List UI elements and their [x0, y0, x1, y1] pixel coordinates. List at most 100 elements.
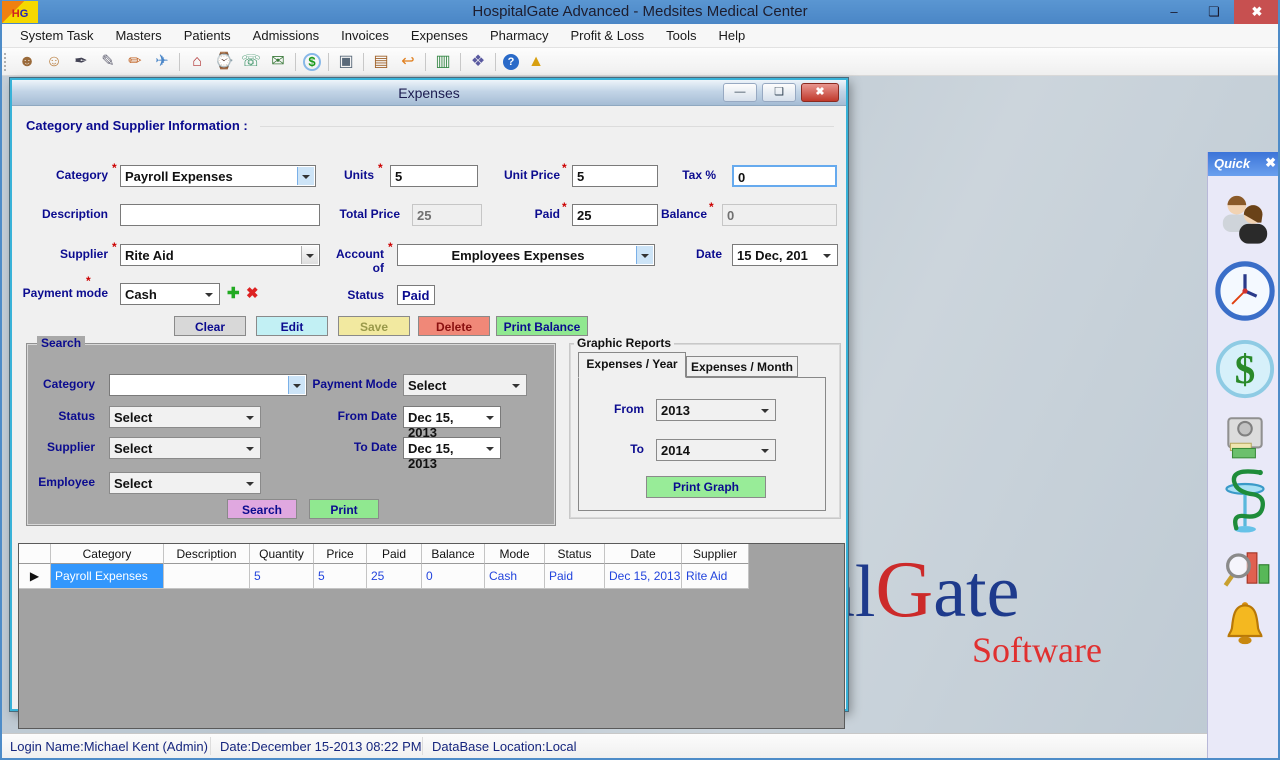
tab-expenses-month[interactable]: Expenses / Month [686, 356, 798, 377]
close-button[interactable]: ✖ [1234, 0, 1280, 24]
menu-item-expenses[interactable]: Expenses [401, 25, 478, 46]
chevron-down-icon[interactable] [301, 246, 318, 264]
chevron-down-icon[interactable] [482, 439, 499, 457]
column-header-mode[interactable]: Mode [485, 544, 545, 564]
report-to-select[interactable]: 2014 [656, 439, 776, 461]
column-header-supplier[interactable]: Supplier [682, 544, 749, 564]
table-cell-price[interactable]: 5 [314, 564, 367, 589]
column-header-date[interactable]: Date [605, 544, 682, 564]
schedule-icon[interactable]: ⌚ [214, 52, 234, 72]
column-header-description[interactable]: Description [164, 544, 250, 564]
report-from-select[interactable]: 2013 [656, 399, 776, 421]
alerts-icon[interactable]: ▲ [526, 52, 546, 72]
column-header-status[interactable]: Status [545, 544, 605, 564]
titlebar[interactable]: HG HospitalGate Advanced - Medsites Medi… [0, 0, 1280, 24]
table-row[interactable]: ▶ Payroll Expenses 5 5 25 0 Cash Paid De… [19, 564, 844, 589]
dialog-minimize-button[interactable]: — [723, 83, 757, 102]
tab-expenses-year[interactable]: Expenses / Year [578, 352, 686, 378]
column-header-quantity[interactable]: Quantity [250, 544, 314, 564]
add-payment-mode-icon[interactable]: ✚ [227, 284, 240, 302]
dialog-titlebar[interactable]: Expenses — ❏ ✖ [12, 80, 846, 106]
table-cell-quantity[interactable]: 5 [250, 564, 314, 589]
help-icon[interactable]: ? [503, 54, 519, 70]
search-payment-mode-select[interactable]: Select [403, 374, 527, 396]
exam-icon[interactable]: ✎ [98, 52, 118, 72]
chevron-down-icon[interactable] [482, 408, 499, 426]
edit-button[interactable]: Edit [256, 316, 328, 336]
column-header-category[interactable]: Category [51, 544, 164, 564]
patients-quick-icon[interactable] [1217, 192, 1273, 249]
chevron-down-icon[interactable] [242, 474, 259, 492]
chevron-down-icon[interactable] [757, 441, 774, 459]
clear-button[interactable]: Clear [174, 316, 246, 336]
menu-item-patients[interactable]: Patients [174, 25, 241, 46]
tax-input[interactable]: 0 [732, 165, 837, 187]
restore-button[interactable]: ❏ [1194, 0, 1234, 24]
chevron-down-icon[interactable] [508, 376, 525, 394]
delete-payment-mode-icon[interactable]: ✖ [246, 284, 259, 302]
menu-item-masters[interactable]: Masters [105, 25, 171, 46]
search-button[interactable]: Search [227, 499, 297, 519]
row-selector-icon[interactable]: ▶ [19, 564, 51, 589]
table-cell-balance[interactable]: 0 [422, 564, 485, 589]
travel-icon[interactable]: ✈ [152, 52, 172, 72]
chevron-down-icon[interactable] [242, 439, 259, 457]
chevron-down-icon[interactable] [757, 401, 774, 419]
column-header-balance[interactable]: Balance [422, 544, 485, 564]
paid-input[interactable]: 25 [572, 204, 658, 226]
fax-icon[interactable]: ☏ [241, 52, 261, 72]
employee-icon[interactable]: ☺ [44, 52, 64, 72]
menu-item-help[interactable]: Help [709, 25, 756, 46]
date-select[interactable]: 15 Dec, 201 [732, 244, 838, 266]
pharmacy-quick-icon[interactable] [1221, 466, 1269, 543]
billing-quick-icon[interactable]: $ [1214, 338, 1276, 405]
prescription-icon[interactable]: ✏ [125, 52, 145, 72]
chevron-down-icon[interactable] [636, 246, 653, 264]
search-to-date-select[interactable]: Dec 15, 2013 [403, 437, 501, 459]
table-cell-category[interactable]: Payroll Expenses [51, 564, 164, 589]
chevron-down-icon[interactable] [288, 376, 305, 394]
table-cell-mode[interactable]: Cash [485, 564, 545, 589]
table-cell-date[interactable]: Dec 15, 2013 [605, 564, 682, 589]
hospital-icon[interactable]: ⌂ [187, 52, 207, 72]
search-supplier-select[interactable]: Select [109, 437, 261, 459]
schedule-quick-icon[interactable] [1214, 260, 1276, 327]
search-employee-select[interactable]: Select [109, 472, 261, 494]
save-button[interactable]: Save [338, 316, 410, 336]
supplier-select[interactable]: Rite Aid [120, 244, 320, 266]
expenses-quick-icon[interactable] [1220, 414, 1270, 465]
mail-icon[interactable]: ✉ [268, 52, 288, 72]
category-select[interactable]: Payroll Expenses [120, 165, 316, 187]
safe-icon[interactable]: ▣ [336, 52, 356, 72]
signature-icon[interactable]: ✒ [71, 52, 91, 72]
chevron-down-icon[interactable] [201, 285, 218, 303]
menu-item-pharmacy[interactable]: Pharmacy [480, 25, 559, 46]
description-input[interactable] [120, 204, 320, 226]
quick-panel-close-icon[interactable]: ✖ [1265, 155, 1276, 171]
column-header-price[interactable]: Price [314, 544, 367, 564]
menu-item-tools[interactable]: Tools [656, 25, 706, 46]
menu-item-system-task[interactable]: System Task [10, 25, 103, 46]
search-print-button[interactable]: Print [309, 499, 379, 519]
column-header-paid[interactable]: Paid [367, 544, 422, 564]
units-input[interactable]: 5 [390, 165, 478, 187]
search-from-date-select[interactable]: Dec 15, 2013 [403, 406, 501, 428]
reports-icon[interactable]: ❖ [468, 52, 488, 72]
table-cell-supplier[interactable]: Rite Aid [682, 564, 749, 589]
dialog-restore-button[interactable]: ❏ [762, 83, 796, 102]
menu-item-profit-loss[interactable]: Profit & Loss [560, 25, 654, 46]
table-cell-status[interactable]: Paid [545, 564, 605, 589]
print-balance-button[interactable]: Print Balance [496, 316, 588, 336]
search-category-select[interactable] [109, 374, 307, 396]
profit-quick-icon[interactable] [1219, 544, 1271, 597]
print-graph-button[interactable]: Print Graph [646, 476, 766, 498]
chart-icon[interactable]: ▥ [433, 52, 453, 72]
unit-price-input[interactable]: 5 [572, 165, 658, 187]
billing-icon[interactable]: $ [303, 53, 321, 71]
dialog-close-button[interactable]: ✖ [801, 83, 839, 102]
payment-mode-select[interactable]: Cash [120, 283, 220, 305]
undo-icon[interactable]: ↩ [398, 52, 418, 72]
chevron-down-icon[interactable] [242, 408, 259, 426]
minimize-button[interactable]: – [1154, 0, 1194, 24]
table-cell-description[interactable] [164, 564, 250, 589]
